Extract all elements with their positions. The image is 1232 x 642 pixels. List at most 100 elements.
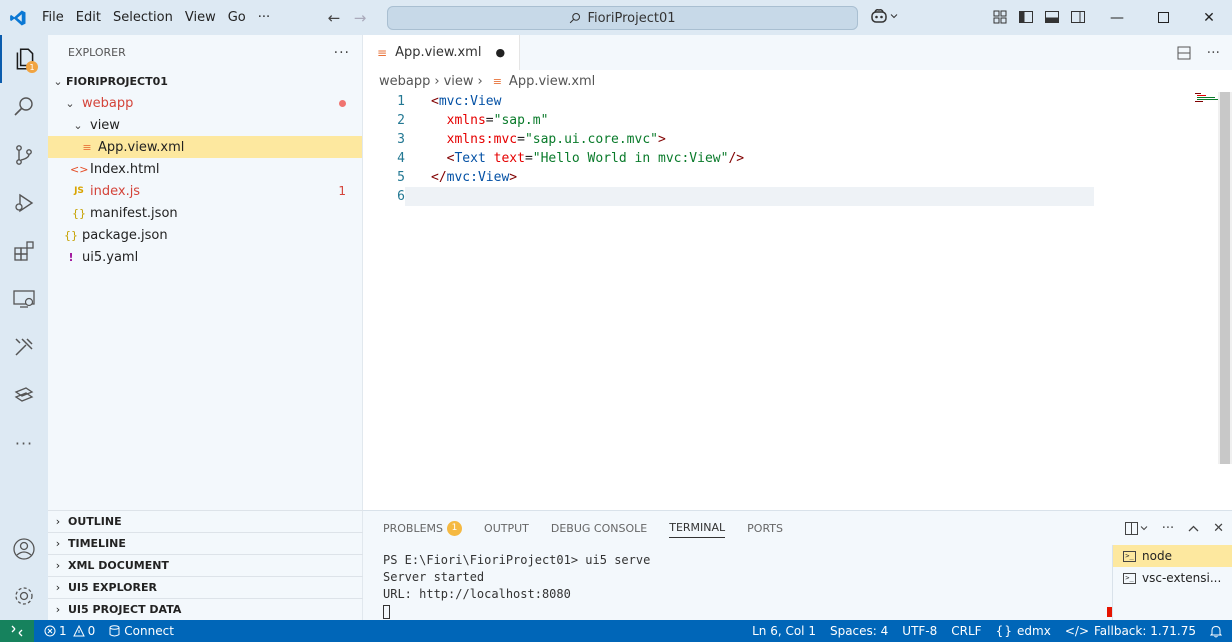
menu-view[interactable]: View	[179, 10, 222, 25]
command-center[interactable]: FioriProject01	[387, 6, 858, 30]
menu-file[interactable]: File	[36, 10, 70, 25]
terminal-item-node[interactable]: >_ node	[1113, 545, 1232, 567]
run-debug-activity[interactable]	[0, 179, 48, 227]
remote-indicator[interactable]	[0, 620, 34, 642]
language-mode[interactable]: { } edmx	[996, 624, 1051, 638]
copilot-button[interactable]	[870, 8, 898, 24]
tab-app-view-xml[interactable]: ≡ App.view.xml ●	[363, 35, 521, 70]
tree-item-index-js[interactable]: JS index.js 1	[48, 180, 362, 202]
section-outline[interactable]: › OUTLINE	[48, 510, 363, 532]
explorer-activity[interactable]: 1	[0, 35, 48, 83]
tab-debug-console[interactable]: DEBUG CONSOLE	[551, 511, 647, 545]
menu-more[interactable]: ···	[252, 10, 276, 25]
minimize-icon[interactable]: —	[1094, 0, 1140, 35]
menu-edit[interactable]: Edit	[70, 10, 107, 25]
maximize-icon[interactable]	[1140, 0, 1186, 35]
notifications-bell-icon[interactable]	[1210, 625, 1222, 638]
status-bar: 1 0 Connect Ln 6, Col 1 Spaces: 4 UTF-8 …	[0, 620, 1232, 642]
editor-more-actions[interactable]: ···	[1207, 45, 1220, 61]
tree-item-webapp[interactable]: ⌄ webapp	[48, 92, 362, 114]
tools-activity[interactable]	[0, 323, 48, 371]
tree-item-manifest-json[interactable]: {} manifest.json	[48, 202, 362, 224]
code-line[interactable]: 5 </mvc:View>	[363, 168, 1232, 187]
code-line[interactable]: 6	[363, 187, 1232, 206]
breadcrumb-item[interactable]: App.view.xml	[509, 74, 595, 89]
minimap[interactable]	[1120, 92, 1227, 112]
problems-count: 1	[338, 184, 346, 198]
tab-terminal[interactable]: TERMINAL	[669, 518, 726, 538]
terminal-item-vsc-extension[interactable]: >_ vsc-extensi...	[1113, 567, 1232, 589]
forward-arrow-icon[interactable]: →	[352, 9, 368, 27]
section-xml-document[interactable]: › XML DOCUMENT	[48, 554, 363, 576]
code-icon: </>	[1064, 624, 1089, 638]
split-editor-icon[interactable]	[1177, 46, 1191, 60]
ui5-version[interactable]: </> Fallback: 1.71.75	[1065, 624, 1196, 638]
chevron-right-icon: ›	[55, 559, 61, 572]
section-ui5-project-data[interactable]: › UI5 PROJECT DATA	[48, 598, 363, 620]
manage-activity[interactable]	[0, 572, 48, 620]
menu-go[interactable]: Go	[222, 10, 252, 25]
tree-item-package-json[interactable]: {} package.json	[48, 224, 362, 246]
editor-tabs: ≡ App.view.xml ● ···	[363, 35, 1232, 70]
code-line[interactable]: 4 <Text text="Hello World in mvc:View"/>	[363, 149, 1232, 168]
tree-item-label: manifest.json	[90, 205, 178, 221]
breadcrumb-item[interactable]: view	[444, 74, 474, 89]
unsaved-dot-icon[interactable]: ●	[495, 46, 505, 59]
tree-item-view[interactable]: ⌄ view	[48, 114, 362, 136]
tree-item-index-html[interactable]: <> Index.html	[48, 158, 362, 180]
more-activities[interactable]: ···	[0, 419, 48, 467]
terminal-output[interactable]: PS E:\Fiori\FioriProject01> ui5 serve Se…	[383, 552, 650, 620]
maximize-panel-icon[interactable]	[1188, 523, 1199, 534]
tab-problems[interactable]: PROBLEMS 1	[383, 511, 463, 545]
html-file-icon: <>	[70, 162, 89, 176]
sap-tools-activity[interactable]	[0, 371, 48, 419]
toggle-primary-sidebar-icon[interactable]	[1018, 9, 1034, 25]
problems-status[interactable]: 1 0	[44, 624, 95, 638]
tab-output[interactable]: OUTPUT	[484, 511, 529, 545]
encoding[interactable]: UTF-8	[902, 624, 937, 638]
tab-label: TERMINAL	[669, 521, 726, 534]
search-activity[interactable]	[0, 83, 48, 131]
tree-item-app-view-xml[interactable]: ≡ App.view.xml	[48, 136, 362, 158]
remote-explorer-activity[interactable]	[0, 275, 48, 323]
code-line[interactable]: 1 <mvc:View	[363, 92, 1232, 111]
code-line[interactable]: 2 xmlns="sap.m"	[363, 111, 1232, 130]
database-icon	[109, 625, 120, 637]
scrollbar-thumb[interactable]	[1220, 92, 1230, 464]
vscode-logo-icon	[0, 0, 36, 35]
cursor-position[interactable]: Ln 6, Col 1	[752, 624, 816, 638]
line-number: 5	[397, 170, 405, 185]
language-label: edmx	[1017, 624, 1051, 638]
extensions-activity[interactable]	[0, 227, 48, 275]
panel-more-actions[interactable]: ···	[1162, 521, 1174, 536]
toggle-panel-icon[interactable]	[1044, 9, 1060, 25]
section-timeline[interactable]: › TIMELINE	[48, 532, 363, 554]
breadcrumb-item[interactable]: webapp	[379, 74, 430, 89]
connect-status[interactable]: Connect	[109, 624, 174, 638]
close-panel-icon[interactable]: ✕	[1213, 521, 1224, 536]
accounts-activity[interactable]	[0, 525, 48, 573]
editor-scrollbar[interactable]	[1218, 92, 1232, 464]
chevron-down-icon	[1140, 526, 1148, 531]
back-arrow-icon[interactable]: ←	[326, 9, 342, 27]
tree-item-ui5-yaml[interactable]: ! ui5.yaml	[48, 246, 362, 268]
split-terminal-icon[interactable]	[1124, 521, 1148, 535]
project-root[interactable]: ⌄ FIORIPROJECT01	[48, 70, 362, 92]
indentation[interactable]: Spaces: 4	[830, 624, 888, 638]
customize-layout-icon[interactable]	[992, 9, 1008, 25]
line-content: xmlns="sap.m"	[446, 113, 549, 128]
tab-ports[interactable]: PORTS	[747, 511, 783, 545]
menu-selection[interactable]: Selection	[107, 10, 179, 25]
bottom-panel: PROBLEMS 1 OUTPUT DEBUG CONSOLE TERMINAL…	[363, 510, 1232, 621]
code-line[interactable]: 3 xmlns:mvc="sap.ui.core.mvc">	[363, 130, 1232, 149]
end-of-line[interactable]: CRLF	[951, 624, 981, 638]
code-editor[interactable]: 1 <mvc:View 2 xmlns="sap.m" 3 xmlns:mvc="sa…	[363, 92, 1232, 206]
close-icon[interactable]: ✕	[1186, 0, 1232, 35]
source-control-activity[interactable]	[0, 131, 48, 179]
run-debug-icon	[15, 193, 34, 213]
more-icon: ···	[14, 433, 34, 453]
section-ui5-explorer[interactable]: › UI5 EXPLORER	[48, 576, 363, 598]
tools-icon	[15, 338, 33, 356]
explorer-more-actions[interactable]: ···	[334, 45, 350, 61]
toggle-secondary-sidebar-icon[interactable]	[1070, 9, 1086, 25]
